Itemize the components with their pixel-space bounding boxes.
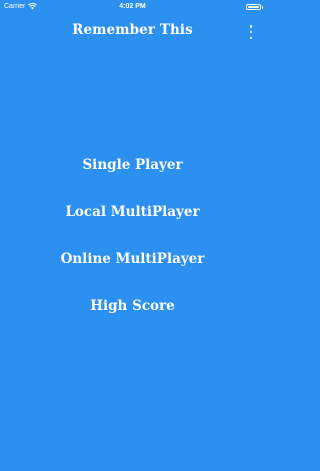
menu-dot bbox=[249, 30, 253, 34]
menu-dot bbox=[249, 36, 253, 39]
status-bar: Carrier 4:02 PM bbox=[0, 0, 265, 14]
main-menu: Single Player Local MultiPlayer Online M… bbox=[0, 153, 265, 341]
vertical-ellipsis-icon[interactable] bbox=[248, 25, 254, 39]
online-multiplayer-button[interactable]: Online MultiPlayer bbox=[0, 247, 265, 271]
high-score-button[interactable]: High Score bbox=[0, 294, 265, 318]
status-time: 4:02 PM bbox=[119, 3, 146, 10]
battery-level-fill bbox=[248, 6, 259, 8]
menu-dot bbox=[249, 25, 253, 28]
single-player-button[interactable]: Single Player bbox=[0, 153, 265, 177]
page-title: Remember This bbox=[72, 22, 193, 38]
battery-icon bbox=[246, 4, 263, 10]
local-multiplayer-button[interactable]: Local MultiPlayer bbox=[0, 200, 265, 224]
